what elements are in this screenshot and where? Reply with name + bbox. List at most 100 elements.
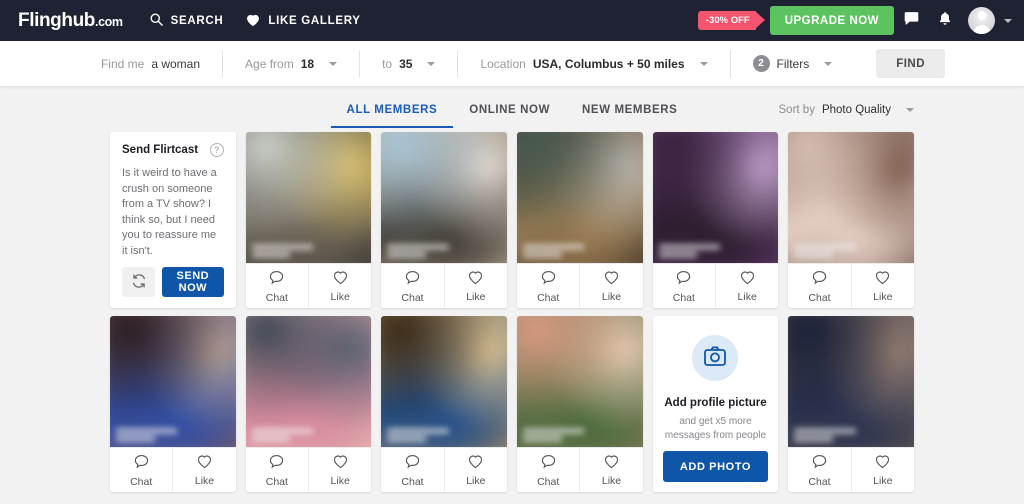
chat-bubble-icon: [540, 453, 557, 473]
member-photo[interactable]: [245, 316, 372, 447]
like-action-label: Like: [330, 291, 350, 303]
member-card[interactable]: Chat Like: [516, 316, 643, 492]
heart-outline-icon: [332, 453, 349, 472]
chat-bubble-icon: [675, 269, 692, 289]
find-button[interactable]: FIND: [876, 49, 946, 78]
like-action-button[interactable]: Like: [443, 264, 507, 308]
chat-action-button[interactable]: Chat: [110, 448, 172, 492]
tab-all-members[interactable]: ALL MEMBERS: [330, 91, 454, 128]
member-card[interactable]: Chat Like: [788, 316, 914, 492]
heart-outline-icon: [739, 269, 756, 288]
chevron-down-icon[interactable]: [1004, 18, 1012, 23]
chat-action-button[interactable]: Chat: [517, 448, 579, 492]
age-to-field[interactable]: to 35: [360, 49, 459, 78]
add-photo-title: Add profile picture: [664, 397, 767, 409]
sort-by-control[interactable]: Sort by Photo Quality: [779, 104, 914, 116]
member-name-overlay: [794, 236, 908, 258]
nav-item-like-gallery-label: LIKE GALLERY: [268, 14, 361, 27]
age-from-field[interactable]: Age from 18: [223, 49, 361, 78]
tab-online-now[interactable]: ONLINE NOW: [453, 91, 566, 128]
like-action-button[interactable]: Like: [579, 448, 642, 492]
like-action-label: Like: [466, 475, 486, 487]
member-card[interactable]: Chat Like: [788, 132, 914, 308]
nav-item-search[interactable]: SEARCH: [149, 12, 224, 30]
chevron-down-icon: [427, 61, 436, 66]
notifications-button[interactable]: [928, 4, 962, 38]
chat-action-button[interactable]: Chat: [517, 264, 579, 308]
chat-action-label: Chat: [401, 291, 424, 304]
avatar[interactable]: [968, 7, 995, 34]
chat-action-label: Chat: [808, 291, 831, 304]
member-photo[interactable]: [788, 132, 914, 263]
member-card[interactable]: Chat Like: [381, 132, 507, 308]
sort-by-value: Photo Quality: [821, 103, 891, 116]
chat-bubble-icon: [404, 453, 421, 473]
messages-button[interactable]: [894, 4, 928, 38]
like-action-label: Like: [601, 291, 622, 303]
chat-action-label: Chat: [401, 475, 424, 488]
card-action-bar: Chat Like: [516, 263, 643, 308]
members-tab-bar: ALL MEMBERS ONLINE NOW NEW MEMBERS Sort …: [0, 87, 1024, 132]
chat-action-button[interactable]: Chat: [246, 264, 308, 308]
like-action-button[interactable]: Like: [850, 264, 914, 308]
like-action-button[interactable]: Like: [443, 448, 507, 492]
member-photo[interactable]: [245, 132, 372, 263]
heart-outline-icon: [467, 269, 484, 288]
chat-bubble-icon: [540, 269, 557, 289]
member-card[interactable]: Chat Like: [245, 316, 372, 492]
logo-main-text: Flinghub: [18, 9, 95, 31]
chat-action-button[interactable]: Chat: [788, 264, 850, 308]
chat-action-button[interactable]: Chat: [653, 264, 715, 308]
like-action-button[interactable]: Like: [172, 448, 235, 492]
heart-outline-icon: [196, 453, 213, 472]
like-action-label: Like: [873, 475, 893, 487]
like-action-button[interactable]: Like: [308, 264, 371, 308]
chat-action-button[interactable]: Chat: [246, 448, 308, 492]
member-name-overlay: [387, 420, 501, 442]
like-action-label: Like: [737, 291, 757, 303]
site-logo[interactable]: Flinghub.com: [18, 10, 123, 32]
location-field[interactable]: Location USA, Columbus + 50 miles: [458, 49, 731, 78]
member-card[interactable]: Chat Like: [381, 316, 507, 492]
flirtcast-refresh-button[interactable]: [122, 267, 155, 297]
chat-action-button[interactable]: Chat: [788, 448, 850, 492]
question-mark-icon[interactable]: ?: [209, 143, 224, 157]
chat-bubble-icon: [811, 269, 828, 289]
chat-action-button[interactable]: Chat: [381, 448, 443, 492]
filters-label: Filters: [776, 56, 810, 71]
filters-field[interactable]: 2 Filters: [731, 50, 855, 78]
like-action-button[interactable]: Like: [579, 264, 642, 308]
member-photo[interactable]: [381, 316, 507, 447]
flirtcast-send-now-button[interactable]: SEND NOW: [162, 267, 224, 297]
like-action-label: Like: [601, 475, 622, 487]
member-photo[interactable]: [788, 316, 914, 447]
member-card[interactable]: Chat Like: [110, 316, 236, 492]
heart-outline-icon: [874, 269, 891, 288]
find-me-label: Find me: [100, 56, 145, 71]
chevron-down-icon: [824, 61, 833, 66]
member-photo[interactable]: [516, 132, 643, 263]
card-action-bar: Chat Like: [788, 263, 914, 308]
member-card[interactable]: Chat Like: [516, 132, 643, 308]
tabs-group: ALL MEMBERS ONLINE NOW NEW MEMBERS: [330, 91, 694, 128]
find-me-field[interactable]: Find me a woman: [79, 49, 224, 78]
nav-item-like-gallery[interactable]: LIKE GALLERY: [245, 12, 360, 30]
like-action-button[interactable]: Like: [308, 448, 371, 492]
tab-new-members[interactable]: NEW MEMBERS: [566, 91, 693, 128]
upgrade-now-button[interactable]: UPGRADE NOW: [769, 6, 894, 35]
member-card[interactable]: Chat Like: [245, 132, 372, 308]
add-photo-button[interactable]: ADD PHOTO: [662, 451, 769, 482]
heart-outline-icon: [467, 453, 484, 472]
heart-icon: [245, 12, 261, 30]
like-action-button[interactable]: Like: [850, 448, 914, 492]
member-card[interactable]: Chat Like: [652, 132, 779, 308]
age-from-label: Age from: [245, 56, 294, 71]
chat-action-button[interactable]: Chat: [381, 264, 443, 308]
like-action-button[interactable]: Like: [715, 264, 778, 308]
member-photo[interactable]: [381, 132, 507, 263]
discount-badge[interactable]: -30% OFF: [697, 11, 765, 30]
member-photo[interactable]: [110, 316, 236, 447]
member-photo[interactable]: [516, 316, 643, 447]
member-photo[interactable]: [652, 132, 779, 263]
chat-bubble-icon: [404, 269, 421, 289]
